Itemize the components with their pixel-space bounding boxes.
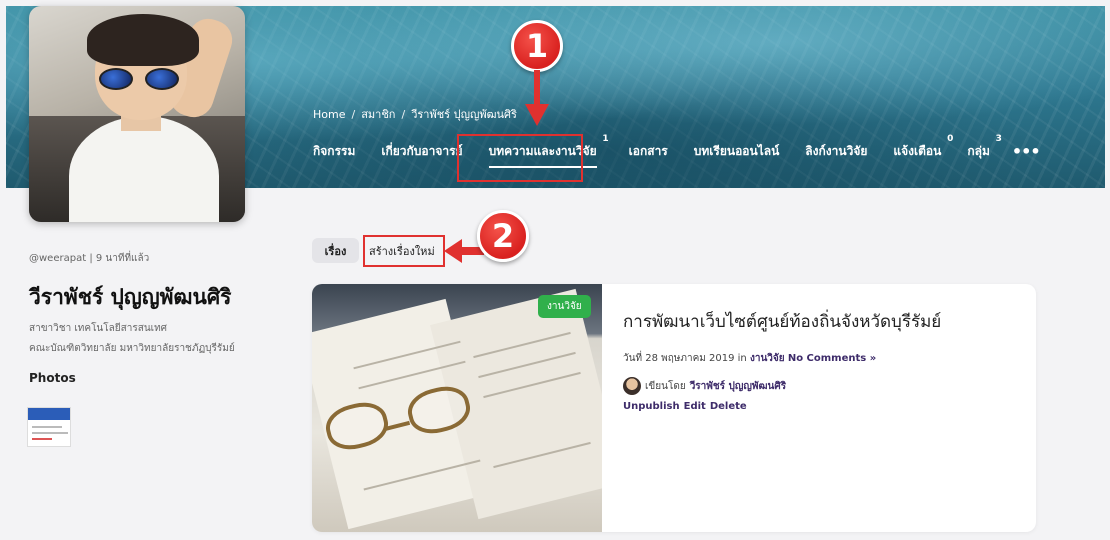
post-title[interactable]: การพัฒนาเว็บไซต์ศูนย์ท้องถิ่นจังหวัดบุรี… <box>623 308 941 335</box>
nav-item-label: เอกสาร <box>628 143 668 158</box>
breadcrumb-members[interactable]: สมาชิก <box>361 105 395 123</box>
nav-item-label: กิจกรรม <box>313 143 356 158</box>
nav-item-groups[interactable]: กลุ่ม 3 <box>967 134 1002 161</box>
nav-item-activity[interactable]: กิจกรรม <box>313 142 355 161</box>
profile-last-active: 9 นาทีที่แล้ว <box>95 253 150 264</box>
nav-item-label: บทเรียนออนไลน์ <box>693 143 780 158</box>
meta-divider: | <box>89 253 93 264</box>
post-actions: Unpublish Edit Delete <box>623 401 747 412</box>
nav-item-about[interactable]: เกี่ยวกับอาจารย์ <box>381 142 462 161</box>
post-thumbnail[interactable] <box>312 284 602 532</box>
delete-link[interactable]: Delete <box>710 401 747 412</box>
nav-item-label: กลุ่ม <box>967 143 990 158</box>
breadcrumb: Home / สมาชิก / วีราพัชร์ ปุญญพัฒนศิริ <box>313 105 517 123</box>
post-comments-link[interactable]: No Comments » <box>788 353 876 364</box>
nav-item-notifications[interactable]: แจ้งเตือน 0 <box>893 134 953 161</box>
nav-item-research-links[interactable]: ลิงก์งานวิจัย <box>805 142 867 161</box>
nav-item-label: เกี่ยวกับอาจารย์ <box>381 143 463 158</box>
step-1-marker: 1 <box>511 20 563 72</box>
unpublish-link[interactable]: Unpublish <box>623 401 680 412</box>
photo-thumbnail[interactable] <box>27 407 71 447</box>
nav-badge-count: 1 <box>602 133 609 144</box>
breadcrumb-separator: / <box>351 107 356 121</box>
post-date: วันที่ 28 พฤษภาคม 2019 in <box>623 353 747 364</box>
profile-handle: @weerapat <box>29 253 87 264</box>
edit-link[interactable]: Edit <box>684 401 706 412</box>
author-avatar[interactable] <box>623 377 641 395</box>
profile-name: วีราพัชร์ ปุญญพัฒนศิริ <box>29 285 232 309</box>
nav-item-label: ลิงก์งานวิจัย <box>805 143 868 158</box>
highlight-box-articles <box>457 134 583 182</box>
post-date-line: วันที่ 28 พฤษภาคม 2019 in งานวิจัย No Co… <box>623 351 876 366</box>
breadcrumb-separator: / <box>401 107 406 121</box>
author-name-link[interactable]: วีราพัชร์ ปุญญพัฒนศิริ <box>690 379 786 394</box>
profile-meta: @weerapat | 9 นาทีที่แล้ว <box>29 251 149 266</box>
category-badge[interactable]: งานวิจัย <box>538 295 591 318</box>
breadcrumb-current: วีราพัชร์ ปุญญพัฒนศิริ <box>411 108 517 121</box>
highlight-box-new-story <box>363 235 445 267</box>
nav-item-online-lessons[interactable]: บทเรียนออนไลน์ <box>694 142 780 161</box>
nav-badge-count: 3 <box>995 133 1002 144</box>
tab-stories[interactable]: เรื่อง <box>312 238 359 263</box>
author-prefix: เขียนโดย <box>645 380 686 392</box>
arrow-down-icon <box>525 70 549 126</box>
profile-nav: กิจกรรม เกี่ยวกับอาจารย์ บทความและงานวิจ… <box>313 134 1041 168</box>
more-menu-icon[interactable]: ••• <box>1012 142 1041 161</box>
photos-heading: Photos <box>29 371 76 385</box>
step-2-marker: 2 <box>477 210 529 262</box>
breadcrumb-home[interactable]: Home <box>313 108 345 121</box>
profile-major: สาขาวิชา เทคโนโลยีสารสนเทศ <box>29 323 168 334</box>
profile-faculty: คณะบัณฑิตวิทยาลัย มหาวิทยาลัยราชภัฏบุรีร… <box>29 343 235 354</box>
profile-avatar[interactable] <box>29 6 245 222</box>
nav-item-documents[interactable]: เอกสาร <box>629 142 668 161</box>
nav-item-label: แจ้งเตือน <box>893 143 942 158</box>
nav-badge-count: 0 <box>947 133 954 144</box>
post-author-line: เขียนโดย วีราพัชร์ ปุญญพัฒนศิริ <box>623 377 786 395</box>
post-card: การพัฒนาเว็บไซต์ศูนย์ท้องถิ่นจังหวัดบุรี… <box>312 284 1036 532</box>
post-category-link[interactable]: งานวิจัย <box>750 353 785 364</box>
